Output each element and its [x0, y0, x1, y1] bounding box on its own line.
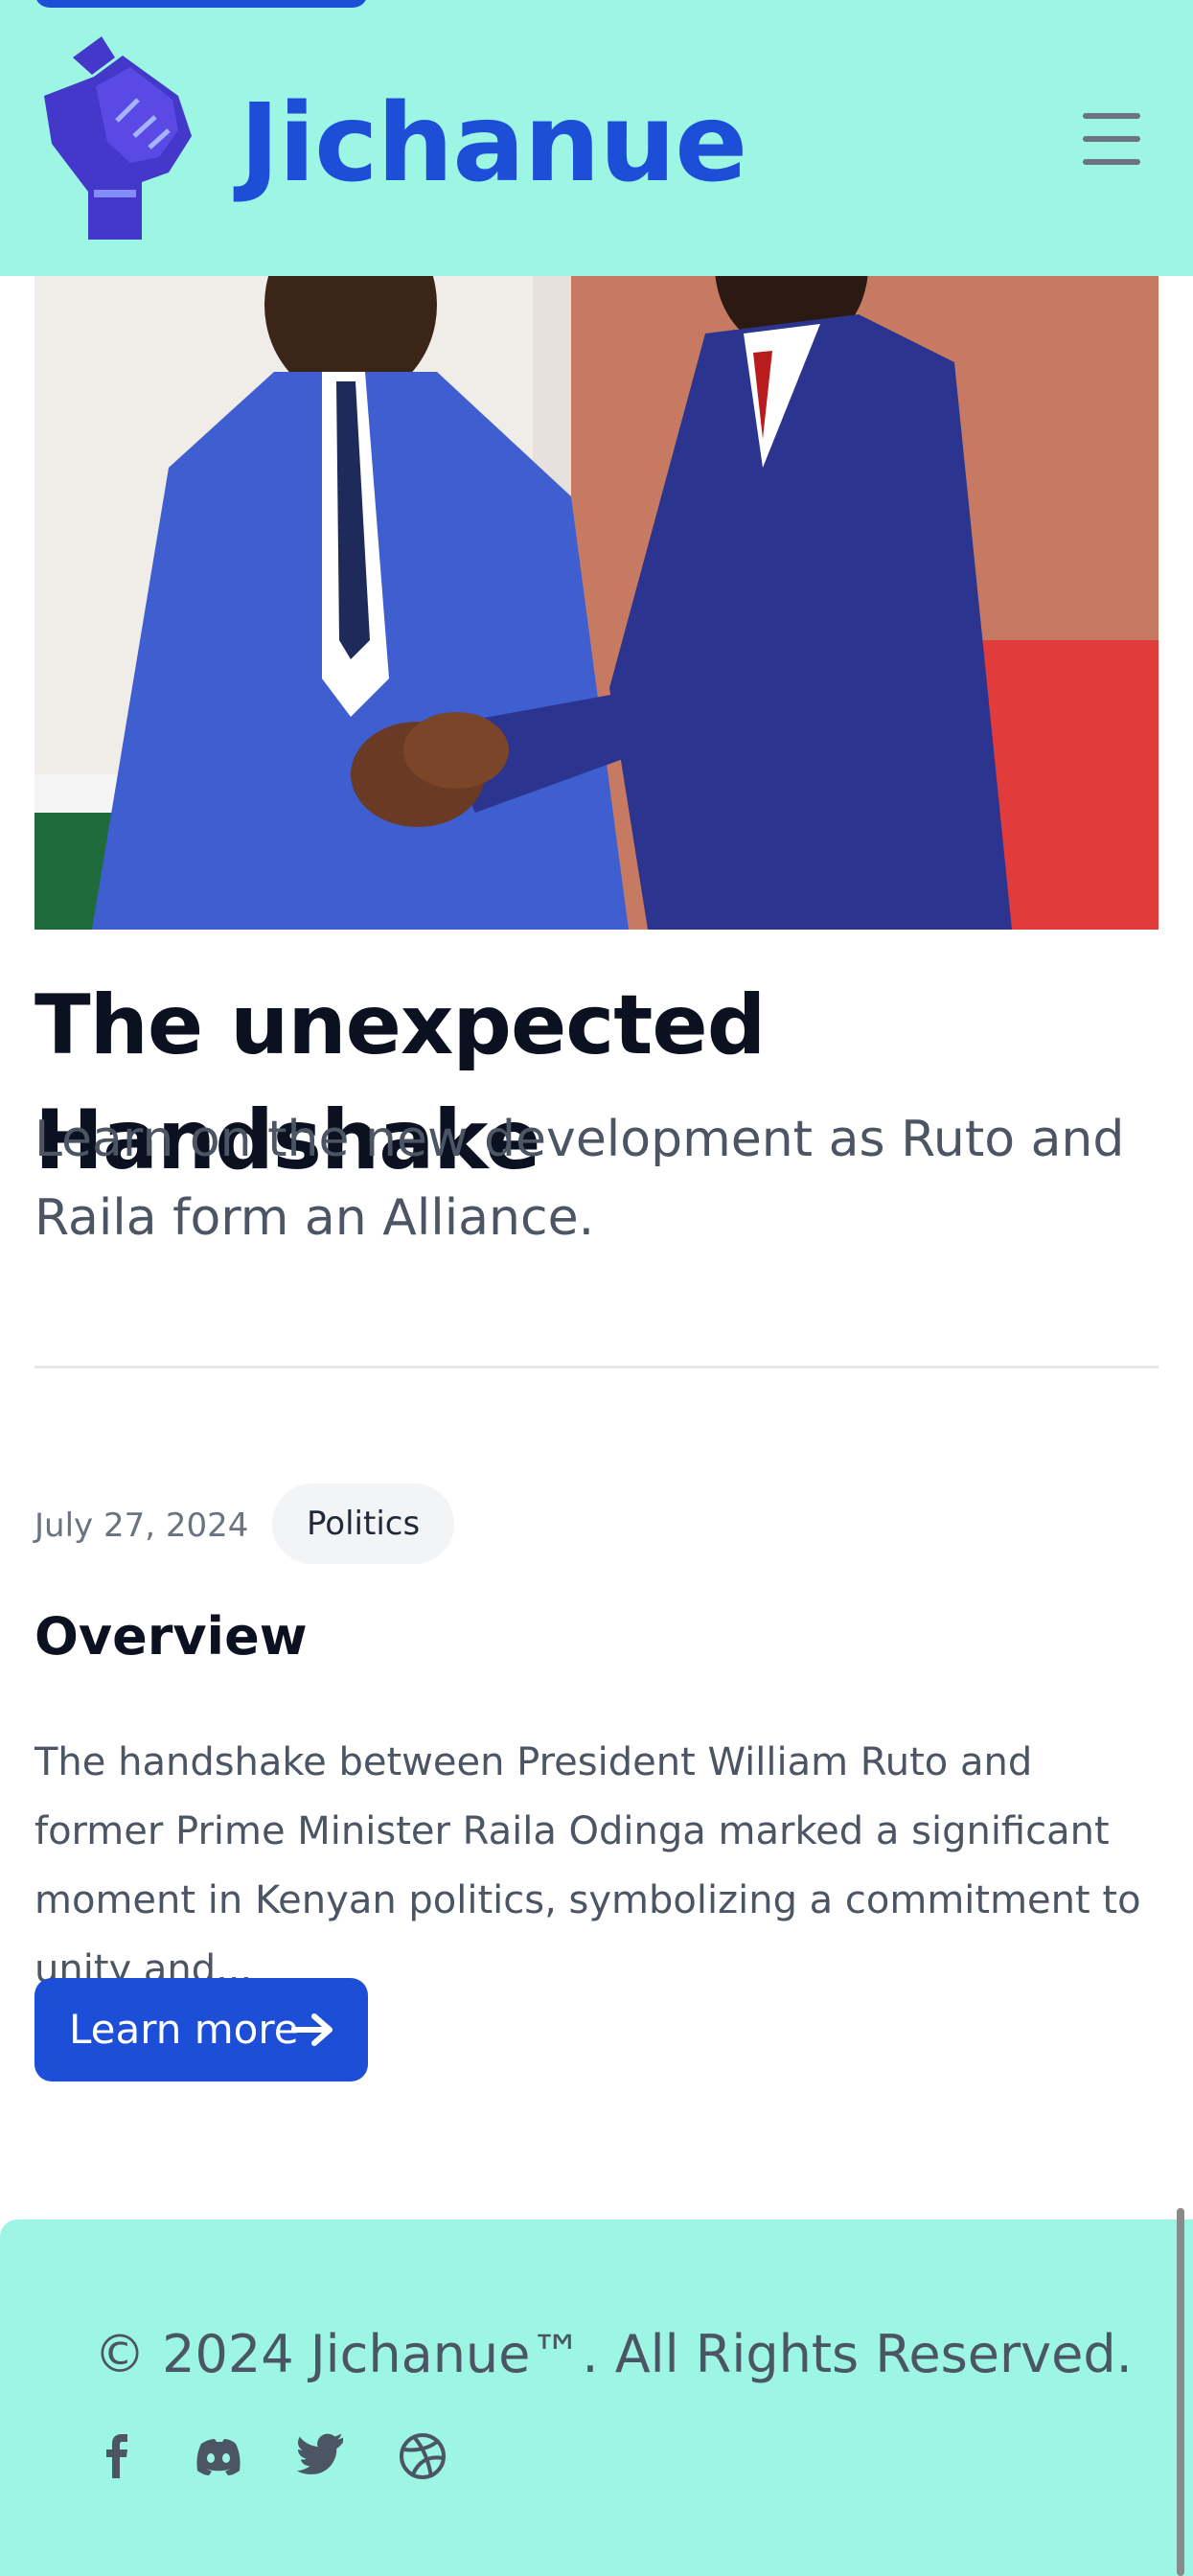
arrow-right-icon [291, 2013, 333, 2046]
learn-more-label: Learn more [69, 2006, 299, 2053]
dribbble-icon[interactable] [397, 2430, 448, 2482]
article-subtitle: Learn on the new development as Ruto and… [34, 1111, 1125, 1247]
discord-icon[interactable] [192, 2430, 243, 2482]
article-hero-image [34, 276, 1159, 930]
scrollbar[interactable] [1177, 2208, 1184, 2576]
article-excerpt: The handshake between President William … [34, 1740, 1141, 1991]
header-pill-button[interactable] [34, 0, 368, 8]
divider [34, 1366, 1159, 1368]
raised-fist-icon[interactable] [34, 29, 195, 249]
hamburger-menu-icon[interactable] [1083, 113, 1140, 165]
category-badge[interactable]: Politics [272, 1484, 455, 1564]
article-date: July 27, 2024 [34, 1506, 249, 1545]
learn-more-button[interactable]: Learn more [34, 1978, 368, 2082]
site-header: Jichanue [0, 0, 1193, 276]
section-heading: Overview [34, 1606, 308, 1667]
site-footer: © 2024 Jichanue™. All Rights Reserved. [0, 2220, 1193, 2576]
twitter-icon[interactable] [295, 2430, 347, 2482]
brand-name[interactable]: Jichanue [240, 77, 747, 211]
copyright-text: © 2024 Jichanue™. All Rights Reserved. [94, 2324, 1133, 2384]
facebook-icon[interactable] [92, 2430, 144, 2482]
